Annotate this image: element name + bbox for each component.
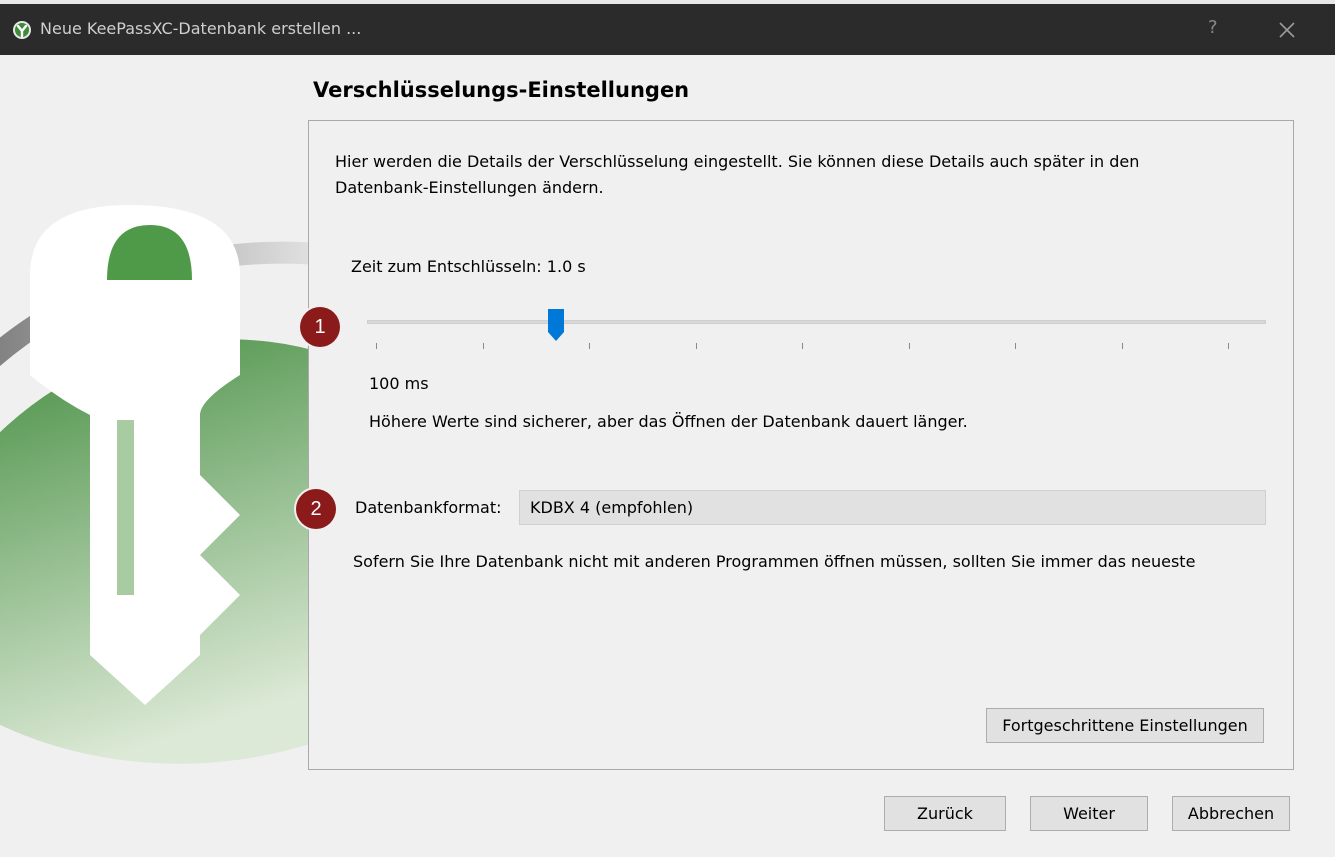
page-heading: Verschlüsselungs-Einstellungen [313,78,690,102]
slider-tick [482,343,484,349]
keepassxc-logo-watermark [0,205,330,798]
slider-tick [1228,343,1229,349]
help-button[interactable]: ? [1208,17,1218,38]
slider-tick [695,343,697,349]
format-label: Datenbankformat: [355,498,502,517]
keepassxc-app-icon [13,21,31,39]
slider-tick [802,343,803,349]
intro-text: Hier werden die Details der Verschlüssel… [335,152,1140,197]
encryption-settings-panel: Hier werden die Details der Verschlüssel… [308,120,1294,770]
close-icon[interactable] [1276,19,1298,41]
decrypt-time-caption: Zeit zum Entschlüsseln: [351,257,542,276]
format-hint: Sofern Sie Ihre Datenbank nicht mit ande… [353,552,1196,571]
cancel-button[interactable]: Abbrechen [1172,796,1290,831]
advanced-settings-button[interactable]: Fortgeschrittene Einstellungen [986,708,1264,743]
slider-tick [1015,343,1016,349]
slider-min-label: 100 ms [369,374,429,393]
slider-tick [589,343,590,349]
decrypt-time-slider-track[interactable] [367,320,1266,324]
decrypt-time-value: 1.0 s [546,257,586,276]
callout-badge-2: 2 [296,489,336,529]
next-button[interactable]: Weiter [1030,796,1148,831]
slider-tick [908,343,910,349]
database-format-select[interactable]: KDBX 4 (empfohlen) [519,490,1266,525]
security-hint: Höhere Werte sind sicherer, aber das Öff… [369,412,968,431]
decrypt-time-label: Zeit zum Entschlüsseln: 1.0 s [351,257,586,276]
slider-tick [376,343,377,349]
callout-badge-1: 1 [300,307,340,347]
back-button[interactable]: Zurück [884,796,1006,831]
window-title: Neue KeePassXC-Datenbank erstellen ... [40,19,362,38]
decrypt-time-slider-handle[interactable] [547,308,565,342]
title-bar: Neue KeePassXC-Datenbank erstellen ... ? [0,4,1335,55]
slider-tick [1121,343,1123,349]
